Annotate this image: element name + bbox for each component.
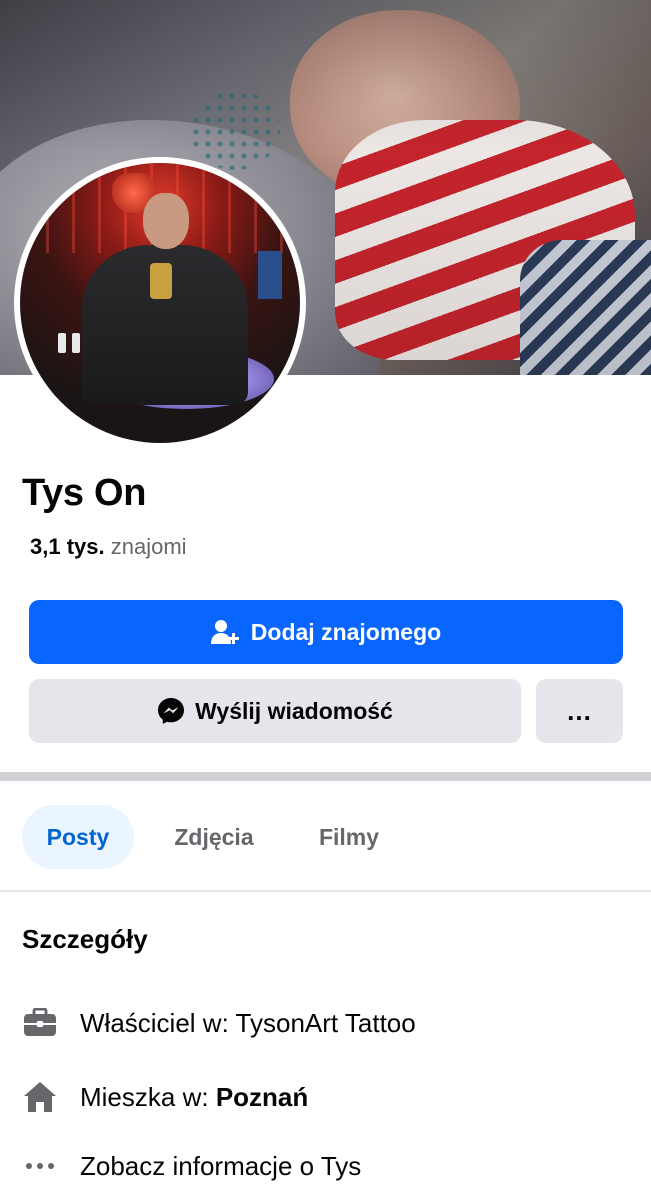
detail-work-prefix: Właściciel w: (80, 1007, 236, 1038)
avatar-glass (72, 333, 80, 353)
detail-home-prefix: Mieszka w: (80, 1081, 216, 1112)
tab-photos[interactable]: Zdjęcia (150, 805, 278, 869)
messenger-icon (158, 698, 185, 724)
more-dots-icon (22, 1148, 58, 1184)
detail-home[interactable]: Mieszka w: Poznań (22, 1079, 308, 1115)
more-options-button[interactable]: ... (536, 679, 623, 743)
detail-work-place[interactable]: TysonArt Tattoo (236, 1008, 416, 1038)
see-about-info[interactable]: Zobacz informacje o Tys (22, 1148, 361, 1184)
see-about-label: Zobacz informacje o Tys (80, 1150, 362, 1181)
send-message-label: Wyślij wiadomość (195, 697, 393, 724)
tabs-divider (0, 890, 651, 892)
friends-count-value: 3,1 tys. (30, 534, 105, 559)
profile-name: Tys On (22, 472, 147, 514)
tab-videos[interactable]: Filmy (298, 805, 400, 869)
avatar (20, 163, 300, 443)
section-divider (0, 772, 651, 781)
briefcase-icon (22, 1005, 58, 1041)
add-friend-label: Dodaj znajomego (250, 618, 442, 645)
detail-home-city[interactable]: Poznań (216, 1082, 308, 1112)
friends-count-label: znajomi (110, 534, 187, 559)
home-icon (22, 1079, 58, 1115)
avatar-phone (150, 263, 172, 299)
add-friend-icon (210, 620, 239, 644)
add-friend-button[interactable]: Dodaj znajomego (29, 600, 623, 664)
more-dots-icon: ... (567, 695, 592, 726)
details-title: Szczegóły (22, 924, 148, 954)
avatar-head (143, 193, 189, 249)
friends-count[interactable]: 3,1 tys. znajomi (30, 534, 187, 560)
send-message-button[interactable]: Wyślij wiadomość (29, 679, 521, 743)
tab-posts[interactable]: Posty (22, 805, 134, 869)
avatar-glass (58, 333, 66, 353)
profile-picture[interactable] (14, 157, 306, 449)
avatar-screen (258, 251, 282, 299)
detail-work[interactable]: Właściciel w: TysonArt Tattoo (22, 1005, 416, 1041)
